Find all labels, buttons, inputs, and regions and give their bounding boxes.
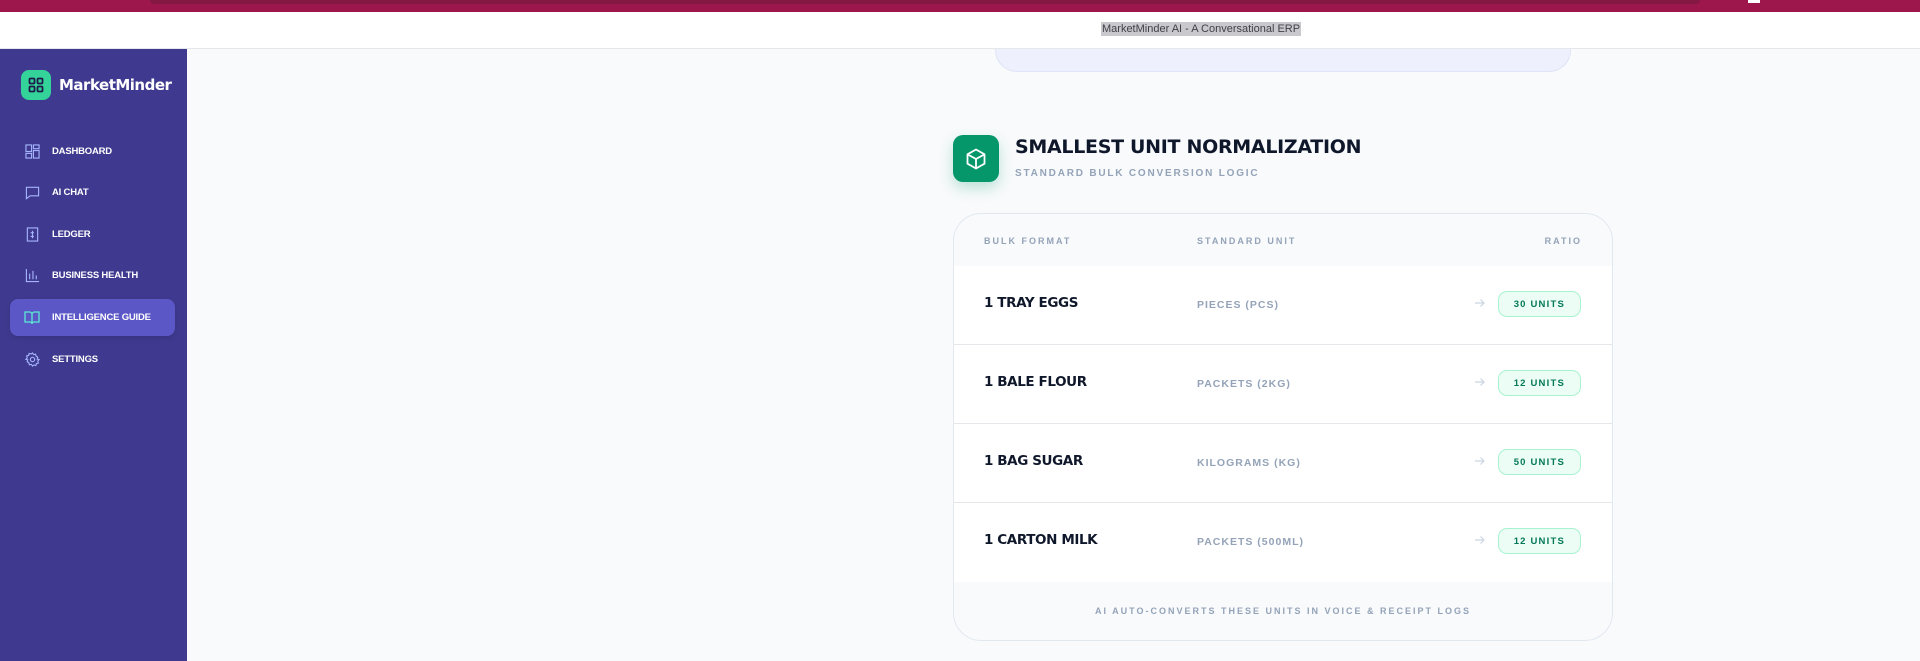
table-row: 1 BALE FLOUR PACKETS (2KG) 12 UNITS <box>954 345 1612 424</box>
ratio-badge: 12 UNITS <box>1497 528 1581 554</box>
window-title: MarketMinder AI - A Conversational ERP <box>1101 22 1302 36</box>
title-bar: MarketMinder AI - A Conversational ERP <box>0 12 1920 49</box>
sidebar-item-dashboard[interactable]: DASHBOARD <box>10 133 175 170</box>
window-top-band <box>0 0 1920 12</box>
column-header-standard-unit: STANDARD UNIT <box>1197 236 1297 246</box>
arrow-right-icon <box>1475 299 1485 307</box>
arrow-right-icon <box>1475 536 1485 544</box>
top-band-marker <box>1748 0 1760 3</box>
sidebar-item-label: DASHBOARD <box>52 146 112 157</box>
standard-unit-cell: PACKETS (2KG) <box>1197 378 1291 390</box>
gear-icon <box>24 352 40 368</box>
top-band-shade <box>150 0 1700 4</box>
sidebar-item-ai-chat[interactable]: AI CHAT <box>10 174 175 211</box>
book-open-icon <box>24 310 40 326</box>
layout-grid-icon <box>24 144 40 160</box>
ratio-badge: 50 UNITS <box>1497 449 1581 475</box>
bulk-format-cell: 1 TRAY EGGS <box>984 295 1079 311</box>
sidebar-item-label: AI CHAT <box>52 187 89 198</box>
table-row: 1 CARTON MILK PACKETS (500ML) 12 UNITS <box>954 503 1612 582</box>
sidebar-item-ledger[interactable]: LEDGER <box>10 216 175 253</box>
grid-icon <box>21 70 51 100</box>
sidebar-item-label: INTELLIGENCE GUIDE <box>52 312 151 323</box>
package-icon <box>953 135 999 182</box>
section-title: SMALLEST UNIT NORMALIZATION <box>1015 136 1362 158</box>
table-row: 1 TRAY EGGS PIECES (PCS) 30 UNITS <box>954 266 1612 345</box>
ratio-badge: 30 UNITS <box>1497 291 1581 317</box>
previous-section-card <box>995 49 1571 72</box>
bulk-format-cell: 1 CARTON MILK <box>984 532 1098 548</box>
table-header: BULK FORMAT STANDARD UNIT RATIO <box>954 214 1612 266</box>
column-header-ratio: RATIO <box>1544 236 1582 246</box>
sidebar: MarketMinder DASHBOARD AI CHAT LEDGER BU… <box>0 49 187 661</box>
sidebar-item-label: LEDGER <box>52 229 91 240</box>
sidebar-item-label: SETTINGS <box>52 354 98 365</box>
sidebar-item-intelligence-guide[interactable]: INTELLIGENCE GUIDE <box>10 299 175 336</box>
sidebar-item-settings[interactable]: SETTINGS <box>10 341 175 378</box>
brand-name: MarketMinder <box>59 76 172 94</box>
receipt-icon <box>24 227 40 243</box>
sidebar-item-label: BUSINESS HEALTH <box>52 270 139 281</box>
section-subtitle: STANDARD BULK CONVERSION LOGIC <box>1015 168 1260 179</box>
bar-chart-icon <box>24 268 40 284</box>
standard-unit-cell: KILOGRAMS (KG) <box>1197 457 1301 469</box>
bulk-format-cell: 1 BAG SUGAR <box>984 453 1083 469</box>
unit-conversion-table: BULK FORMAT STANDARD UNIT RATIO 1 TRAY E… <box>953 213 1613 641</box>
ratio-badge: 12 UNITS <box>1497 370 1581 396</box>
arrow-right-icon <box>1475 457 1485 465</box>
table-footer-note: AI AUTO-CONVERTS THESE UNITS IN VOICE & … <box>1094 606 1472 616</box>
standard-unit-cell: PIECES (PCS) <box>1197 299 1280 311</box>
standard-unit-cell: PACKETS (500ML) <box>1197 536 1304 548</box>
message-square-icon <box>24 185 40 201</box>
brand[interactable]: MarketMinder <box>21 70 172 100</box>
column-header-bulk-format: BULK FORMAT <box>984 236 1072 246</box>
table-row: 1 BAG SUGAR KILOGRAMS (KG) 50 UNITS <box>954 424 1612 503</box>
arrow-right-icon <box>1475 378 1485 386</box>
sidebar-item-business-health[interactable]: BUSINESS HEALTH <box>10 257 175 294</box>
bulk-format-cell: 1 BALE FLOUR <box>984 374 1087 390</box>
